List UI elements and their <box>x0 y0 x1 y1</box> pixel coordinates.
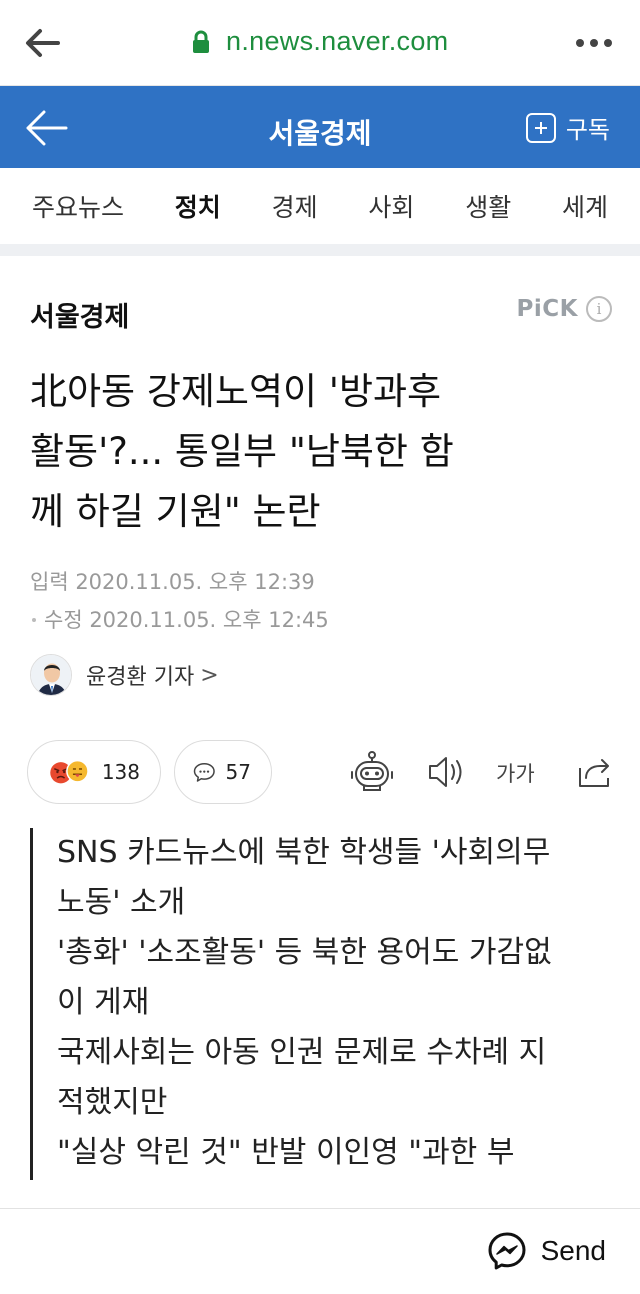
article-headline: 北아동 강제노역이 '방과후 활동'?... 통일부 "남북한 함 께 하길 기… <box>30 362 610 542</box>
address-bar[interactable]: n.news.naver.com <box>0 26 640 57</box>
font-size-button[interactable]: 가가 <box>496 758 535 788</box>
tab-world[interactable]: 세계 <box>562 188 608 224</box>
tab-economy[interactable]: 경제 <box>272 188 318 224</box>
tab-main-news[interactable]: 주요뉴스 <box>32 188 124 224</box>
summary-line: SNS 카드뉴스에 북한 학생들 '사회의무 <box>57 835 551 870</box>
reporter-name: 윤경환 기자 <box>86 665 195 690</box>
headline-line: 北아동 강제노역이 '방과후 <box>30 370 442 413</box>
summary-line: 이 게재 <box>57 985 150 1020</box>
article-summary: SNS 카드뉴스에 북한 학생들 '사회의무 노동' 소개 '총화' '소조활동… <box>30 828 620 1180</box>
tab-politics[interactable]: 정치 <box>175 188 221 224</box>
tab-society[interactable]: 사회 <box>368 188 414 224</box>
comment-button[interactable]: 57 <box>174 740 272 804</box>
summary-line: 적했지만 <box>57 1085 168 1120</box>
reporter-link[interactable]: 윤경환 기자 > <box>30 654 219 696</box>
summary-line: '총화' '소조활동' 등 북한 용어도 가감없 <box>57 935 552 970</box>
subscribe-button[interactable]: 구독 <box>525 110 610 145</box>
pick-label: PiCK <box>516 296 578 322</box>
more-options-icon[interactable] <box>574 30 614 56</box>
published-date: 입력 2020.11.05. 오후 12:39 <box>30 570 315 594</box>
send-button[interactable]: Send <box>487 1231 606 1271</box>
article-dates: 입력 2020.11.05. 오후 12:39 수정 2020.11.05. 오… <box>30 563 329 639</box>
lock-icon <box>192 30 209 53</box>
robot-summary-icon[interactable] <box>350 750 394 794</box>
send-label: Send <box>540 1235 606 1266</box>
messenger-send-bar: Send <box>0 1208 640 1294</box>
section-divider <box>0 244 640 256</box>
reaction-button[interactable]: 138 <box>27 740 161 804</box>
bullet-dot <box>32 618 36 622</box>
reaction-count: 138 <box>101 760 140 784</box>
plus-icon <box>525 112 556 143</box>
app-header: 서울경제 구독 <box>0 86 640 168</box>
share-icon[interactable] <box>574 750 614 794</box>
font-size-label: 가가 <box>496 762 535 786</box>
speaker-icon[interactable] <box>426 750 466 794</box>
headline-line: 께 하길 기원" 논란 <box>30 490 321 533</box>
headline-line: 활동'?... 통일부 "남북한 함 <box>30 430 454 473</box>
pick-badge[interactable]: PiCK i <box>517 296 612 322</box>
tab-life[interactable]: 생활 <box>465 188 511 224</box>
subscribe-label: 구독 <box>565 116 610 144</box>
comment-bubble-icon <box>193 762 215 782</box>
reporter-avatar <box>30 654 72 696</box>
summary-line: 노동' 소개 <box>57 885 186 920</box>
summary-line: "실상 악린 것" 반발 이인영 "과한 부 <box>57 1135 515 1170</box>
category-tabs: 주요뉴스 정치 경제 사회 생활 세계 <box>0 168 640 244</box>
browser-bar: n.news.naver.com <box>0 0 640 86</box>
modified-date: 수정 2020.11.05. 오후 12:45 <box>44 608 329 632</box>
summary-line: 국제사회는 아동 인권 문제로 수차례 지 <box>57 1035 547 1070</box>
press-name[interactable]: 서울경제 <box>30 295 129 334</box>
messenger-icon <box>488 1232 526 1270</box>
info-icon: i <box>586 296 612 322</box>
url-text: n.news.naver.com <box>226 26 449 56</box>
chevron-right-icon: > <box>200 662 219 688</box>
reaction-emoji-icon <box>50 759 89 784</box>
comment-count: 57 <box>225 760 251 784</box>
